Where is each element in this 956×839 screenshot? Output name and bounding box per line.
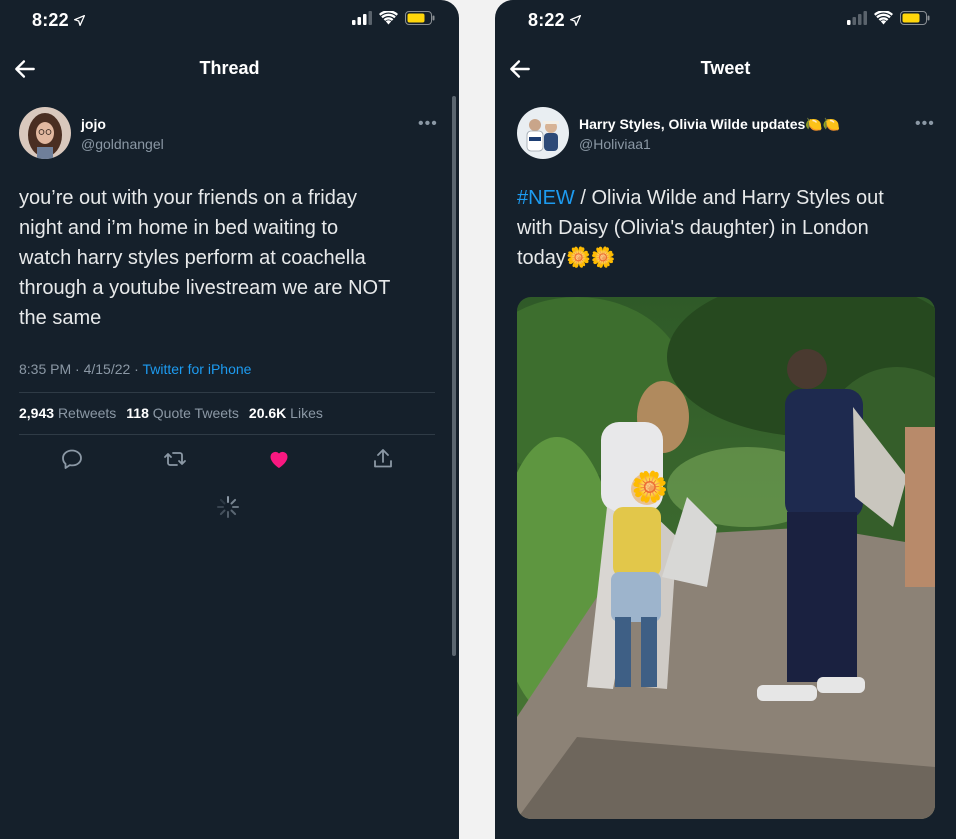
page-title: Thread	[199, 58, 260, 78]
nav-bar: Tweet	[495, 52, 956, 86]
tweet-text-line: you’re out with your friends on a friday	[19, 187, 357, 209]
tweet-text-line: today🌼🌼	[517, 247, 616, 269]
thread-screen: 8:22 Thread jojo @goldnangel ••• you’re …	[0, 0, 459, 839]
tweet-text-line: through a youtube livestream we are NOT	[19, 277, 391, 299]
nav-bar: Thread	[0, 52, 459, 86]
tweet-source-link[interactable]: Twitter for iPhone	[142, 361, 251, 377]
tweet-text-line: night and i’m home in bed waiting to	[19, 217, 339, 239]
lemon-emoji: 🍋🍋	[805, 116, 841, 132]
retweet-icon[interactable]	[163, 447, 187, 471]
page-title: Tweet	[700, 58, 751, 78]
battery-icon	[405, 11, 435, 25]
location-arrow-icon	[73, 14, 85, 27]
reply-icon[interactable]	[60, 447, 84, 471]
tweet-media-photo[interactable]: 🌼	[517, 297, 935, 819]
wifi-icon	[379, 11, 398, 25]
more-options-icon[interactable]: •••	[418, 115, 438, 133]
signal-icon	[352, 11, 372, 25]
divider	[19, 392, 435, 393]
divider	[19, 434, 435, 435]
tweet-stats: 2,943 Retweets 118 Quote Tweets 20.6K Li…	[19, 405, 323, 421]
tweet-text-line: the same	[19, 307, 102, 329]
daisy-overlay-emoji: 🌼	[631, 471, 669, 504]
status-icons	[352, 11, 435, 25]
tweet-meta: 8:35 PM · 4/15/22 · Twitter for iPhone	[19, 361, 251, 377]
author-handle[interactable]: @goldnangel	[81, 136, 164, 152]
tweet-text-line: watch harry styles perform at coachella	[19, 247, 366, 269]
daisy-emoji: 🌼🌼	[565, 247, 616, 269]
tweet-screen: 8:22 Tweet Harry Styles, Olivia Wilde up…	[495, 0, 956, 839]
hashtag-link[interactable]: #NEW	[517, 187, 575, 209]
status-bar: 8:22	[495, 0, 956, 40]
photo-image	[517, 297, 935, 819]
quote-tweets-stat[interactable]: 118 Quote Tweets	[126, 405, 239, 421]
scrollbar[interactable]	[452, 96, 456, 656]
author-name[interactable]: jojo	[81, 116, 106, 132]
tweet-text: you’re out with your friends on a friday…	[19, 183, 444, 333]
retweets-stat[interactable]: 2,943 Retweets	[19, 405, 116, 421]
likes-stat[interactable]: 20.6K Likes	[249, 405, 323, 421]
wifi-icon	[874, 11, 893, 25]
status-bar: 8:22	[0, 0, 459, 40]
status-icons	[847, 11, 930, 25]
author-handle[interactable]: @Holiviaa1	[579, 136, 651, 152]
signal-icon	[847, 11, 867, 25]
loading-spinner-icon	[217, 496, 239, 518]
status-time: 8:22	[528, 10, 582, 31]
tweet-timestamp: 8:35 PM · 4/15/22 ·	[19, 361, 143, 377]
share-icon[interactable]	[371, 447, 395, 471]
author-name[interactable]: Harry Styles, Olivia Wilde updates🍋🍋	[579, 116, 840, 133]
avatar[interactable]	[19, 107, 71, 159]
location-arrow-icon	[569, 14, 581, 27]
status-time: 8:22	[32, 10, 86, 31]
battery-icon	[900, 11, 930, 25]
avatar[interactable]	[517, 107, 569, 159]
like-icon[interactable]	[267, 447, 291, 471]
more-options-icon[interactable]: •••	[915, 115, 935, 133]
tweet-text-line: with Daisy (Olivia's daughter) in London	[517, 217, 869, 239]
tweet-text-line: #NEW / Olivia Wilde and Harry Styles out	[517, 187, 884, 209]
tweet-text: #NEW / Olivia Wilde and Harry Styles out…	[517, 183, 942, 273]
